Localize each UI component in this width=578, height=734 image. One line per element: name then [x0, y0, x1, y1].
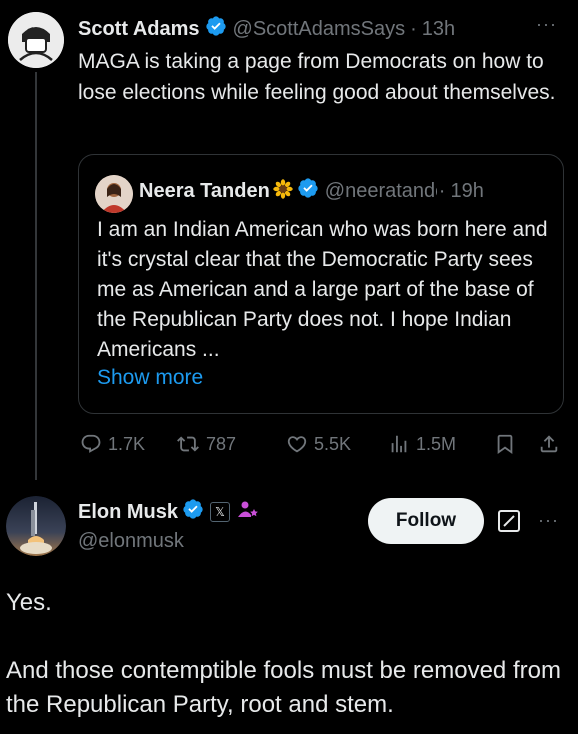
thread-connector-line [35, 72, 37, 480]
verified-badge-icon [182, 498, 204, 525]
reply-icon [80, 433, 102, 455]
more-icon[interactable]: ··· [538, 510, 559, 531]
share-button[interactable] [538, 433, 560, 455]
like-button[interactable]: 5.5K [286, 433, 351, 455]
author-name[interactable]: Scott Adams [78, 18, 200, 41]
elon-musk-avatar[interactable] [6, 496, 66, 556]
bookmark-icon [494, 433, 516, 455]
separator-dot: · [410, 17, 417, 40]
author-handle[interactable]: @ScottAdamsSays [233, 18, 406, 41]
verified-badge-icon [297, 177, 319, 204]
scott-adams-avatar[interactable] [8, 12, 64, 68]
parent-tweet-text: MAGA is taking a page from Democrats on … [78, 50, 556, 104]
bookmark-button[interactable] [494, 433, 516, 455]
quoted-tweet[interactable]: Neera Tanden @neeratanden [78, 154, 564, 414]
author-name[interactable]: Elon Musk [78, 501, 178, 524]
verified-badge-icon [205, 15, 227, 42]
reply-tweet-text-line2: And those contemptible fools must be rem… [6, 657, 561, 718]
quoted-tweet-text: I am an Indian American who was born her… [97, 218, 548, 361]
reply-count: 1.7K [108, 433, 146, 454]
quoted-author-name[interactable]: Neera Tanden [139, 180, 270, 203]
more-icon[interactable]: ··· [536, 14, 557, 35]
repost-count: 787 [206, 433, 237, 454]
like-icon [286, 433, 308, 455]
repost-button[interactable]: 787 [176, 433, 236, 455]
repost-icon [176, 433, 200, 455]
share-icon [538, 433, 560, 455]
sunflower-icon [272, 178, 294, 205]
subscriber-icon [236, 498, 260, 527]
author-handle[interactable]: @elonmusk [78, 530, 184, 553]
quoted-tweet-time[interactable]: 19h [450, 180, 483, 203]
grok-icon[interactable] [498, 510, 520, 532]
quoted-author-handle[interactable]: @neeratanden [325, 180, 437, 203]
views-icon [388, 433, 410, 455]
tweet-time[interactable]: 13h [422, 18, 455, 41]
views-button[interactable]: 1.5M [388, 433, 456, 455]
parent-tweet-header: Scott Adams @ScottAdamsSays · 13h [78, 14, 568, 44]
show-more-link[interactable]: Show more [97, 366, 203, 390]
views-count: 1.5M [416, 433, 457, 454]
reply-button[interactable]: 1.7K [80, 433, 145, 455]
x-logo-icon[interactable]: 𝕏 [210, 502, 231, 522]
reply-tweet-header: Elon Musk 𝕏 [78, 498, 260, 526]
follow-button[interactable]: Follow [368, 498, 484, 544]
reply-tweet-text-line1: Yes. [6, 589, 52, 616]
quoted-tweet-header: Neera Tanden @neeratanden [139, 177, 559, 205]
separator-dot: · [438, 179, 446, 202]
neera-tanden-avatar[interactable] [95, 175, 133, 213]
like-count: 5.5K [314, 433, 352, 454]
